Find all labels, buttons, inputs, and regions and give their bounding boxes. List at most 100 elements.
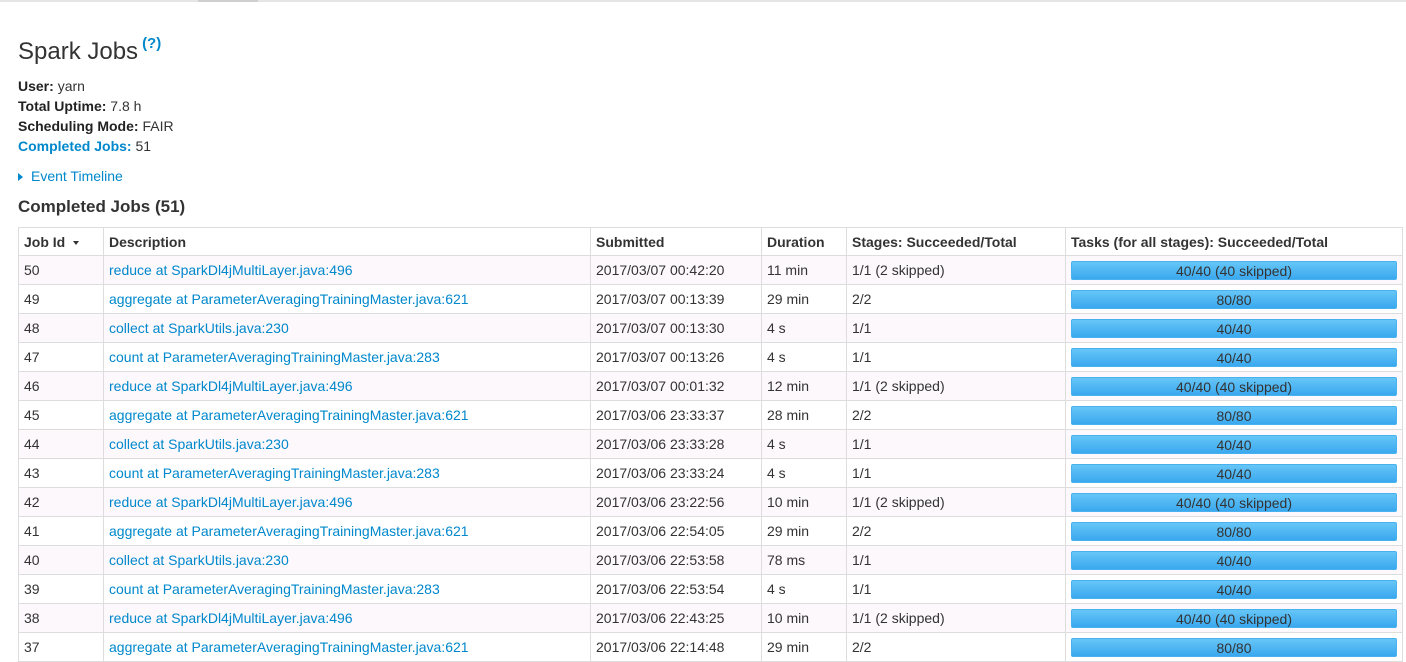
- stages-cell: 1/1 (2 skipped): [846, 371, 1066, 401]
- job-description-link[interactable]: collect at SparkUtils.java:230: [109, 436, 289, 452]
- tasks-progress-label: 80/80: [1216, 523, 1252, 540]
- job-description-link[interactable]: count at ParameterAveragingTrainingMaste…: [109, 349, 440, 365]
- tasks-cell: 40/40 (40 skipped): [1065, 371, 1403, 401]
- top-nav-bar: [0, 0, 1406, 2]
- table-row: 37 aggregate at ParameterAveragingTrainin…: [18, 632, 1403, 662]
- submitted-cell: 2017/03/07 00:13:30: [590, 313, 762, 343]
- description-cell: aggregate at ParameterAveragingTrainingM…: [103, 400, 591, 430]
- job-description-link[interactable]: aggregate at ParameterAveragingTrainingM…: [109, 639, 469, 655]
- job-description-link[interactable]: collect at SparkUtils.java:230: [109, 552, 289, 568]
- tasks-progress-bar: 40/40: [1071, 463, 1397, 483]
- summary-completed: Completed Jobs: 51: [18, 136, 1402, 156]
- completed-jobs-table: Job Id Description Submitted Duration St…: [18, 227, 1403, 662]
- summary-mode-value: FAIR: [142, 118, 174, 134]
- nav-tab-active[interactable]: [198, 0, 258, 2]
- tasks-progress-label: 40/40 (40 skipped): [1176, 378, 1292, 395]
- tasks-progress-bar: 40/40: [1071, 434, 1397, 454]
- duration-cell: 4 s: [761, 342, 847, 372]
- column-header-duration[interactable]: Duration: [761, 227, 847, 256]
- tasks-cell: 40/40: [1065, 429, 1403, 459]
- job-id-cell: 48: [18, 313, 104, 343]
- description-cell: collect at SparkUtils.java:230: [103, 429, 591, 459]
- tasks-progress-label: 40/40 (40 skipped): [1176, 494, 1292, 511]
- description-cell: collect at SparkUtils.java:230: [103, 545, 591, 575]
- tasks-progress-label: 40/40: [1216, 436, 1252, 453]
- job-id-cell: 42: [18, 487, 104, 517]
- stages-cell: 1/1: [846, 574, 1066, 604]
- column-header-job-id[interactable]: Job Id: [18, 227, 104, 256]
- column-header-description[interactable]: Description: [103, 227, 591, 256]
- column-header-label: Job Id: [24, 233, 66, 250]
- tasks-cell: 40/40 (40 skipped): [1065, 487, 1403, 517]
- job-id-cell: 41: [18, 516, 104, 546]
- job-id-cell: 49: [18, 284, 104, 314]
- table-header-row: Job Id Description Submitted Duration St…: [18, 227, 1403, 256]
- stages-cell: 1/1 (2 skipped): [846, 255, 1066, 285]
- job-id-cell: 46: [18, 371, 104, 401]
- completed-jobs-link[interactable]: Completed Jobs:: [18, 138, 132, 154]
- job-description-link[interactable]: reduce at SparkDl4jMultiLayer.java:496: [109, 610, 353, 626]
- tasks-progress-bar: 40/40 (40 skipped): [1071, 608, 1397, 628]
- tasks-cell: 80/80: [1065, 284, 1403, 314]
- description-cell: aggregate at ParameterAveragingTrainingM…: [103, 632, 591, 662]
- job-description-link[interactable]: reduce at SparkDl4jMultiLayer.java:496: [109, 262, 353, 278]
- job-summary: User: yarn Total Uptime: 7.8 h Schedulin…: [18, 76, 1402, 156]
- duration-cell: 4 s: [761, 574, 847, 604]
- job-description-link[interactable]: count at ParameterAveragingTrainingMaste…: [109, 581, 440, 597]
- job-description-link[interactable]: collect at SparkUtils.java:230: [109, 320, 289, 336]
- job-description-link[interactable]: reduce at SparkDl4jMultiLayer.java:496: [109, 494, 353, 510]
- submitted-cell: 2017/03/06 22:43:25: [590, 603, 762, 633]
- summary-user: User: yarn: [18, 76, 1402, 96]
- caret-right-icon: [18, 173, 23, 181]
- job-description-link[interactable]: aggregate at ParameterAveragingTrainingM…: [109, 291, 469, 307]
- column-header-submitted[interactable]: Submitted: [590, 227, 762, 256]
- submitted-cell: 2017/03/06 22:14:48: [590, 632, 762, 662]
- tasks-progress-bar: 40/40: [1071, 579, 1397, 599]
- job-description-link[interactable]: aggregate at ParameterAveragingTrainingM…: [109, 523, 469, 539]
- tasks-cell: 40/40: [1065, 342, 1403, 372]
- table-row: 50 reduce at SparkDl4jMultiLayer.java:496…: [18, 255, 1403, 285]
- sort-descending-icon: [73, 240, 80, 245]
- job-id-cell: 50: [18, 255, 104, 285]
- job-description-link[interactable]: count at ParameterAveragingTrainingMaste…: [109, 465, 440, 481]
- tasks-progress-label: 80/80: [1216, 407, 1252, 424]
- description-cell: reduce at SparkDl4jMultiLayer.java:496: [103, 603, 591, 633]
- submitted-cell: 2017/03/06 23:33:28: [590, 429, 762, 459]
- completed-jobs-heading: Completed Jobs (51): [18, 197, 186, 216]
- tasks-progress-bar: 80/80: [1071, 289, 1397, 309]
- stages-cell: 1/1: [846, 313, 1066, 343]
- column-header-stages[interactable]: Stages: Succeeded/Total: [846, 227, 1066, 256]
- description-cell: count at ParameterAveragingTrainingMaste…: [103, 458, 591, 488]
- help-link[interactable]: (?): [142, 35, 161, 52]
- job-description-link[interactable]: reduce at SparkDl4jMultiLayer.java:496: [109, 378, 353, 394]
- duration-cell: 78 ms: [761, 545, 847, 575]
- tasks-cell: 40/40 (40 skipped): [1065, 255, 1403, 285]
- duration-cell: 4 s: [761, 429, 847, 459]
- column-header-tasks[interactable]: Tasks (for all stages): Succeeded/Total: [1065, 227, 1403, 256]
- stages-cell: 1/1 (2 skipped): [846, 487, 1066, 517]
- job-id-cell: 39: [18, 574, 104, 604]
- table-row: 44 collect at SparkUtils.java:230 2017/03/…: [18, 429, 1403, 459]
- tasks-progress-bar: 40/40 (40 skipped): [1071, 492, 1397, 512]
- event-timeline-toggle[interactable]: Event Timeline: [18, 166, 1402, 186]
- stages-cell: 2/2: [846, 284, 1066, 314]
- table-row: 45 aggregate at ParameterAveragingTrainin…: [18, 400, 1403, 430]
- stages-cell: 1/1: [846, 545, 1066, 575]
- duration-cell: 10 min: [761, 487, 847, 517]
- submitted-cell: 2017/03/06 23:33:37: [590, 400, 762, 430]
- submitted-cell: 2017/03/06 23:33:24: [590, 458, 762, 488]
- job-description-link[interactable]: aggregate at ParameterAveragingTrainingM…: [109, 407, 469, 423]
- tasks-progress-bar: 40/40: [1071, 347, 1397, 367]
- submitted-cell: 2017/03/07 00:13:26: [590, 342, 762, 372]
- summary-completed-value: 51: [135, 138, 152, 154]
- duration-cell: 29 min: [761, 632, 847, 662]
- page-title-text: Spark Jobs: [18, 38, 139, 65]
- table-body: 50 reduce at SparkDl4jMultiLayer.java:496…: [18, 255, 1403, 662]
- description-cell: reduce at SparkDl4jMultiLayer.java:496: [103, 371, 591, 401]
- summary-mode-label: Scheduling Mode:: [18, 118, 139, 134]
- duration-cell: 29 min: [761, 516, 847, 546]
- stages-cell: 2/2: [846, 516, 1066, 546]
- description-cell: aggregate at ParameterAveragingTrainingM…: [103, 284, 591, 314]
- tasks-cell: 80/80: [1065, 516, 1403, 546]
- job-id-cell: 40: [18, 545, 104, 575]
